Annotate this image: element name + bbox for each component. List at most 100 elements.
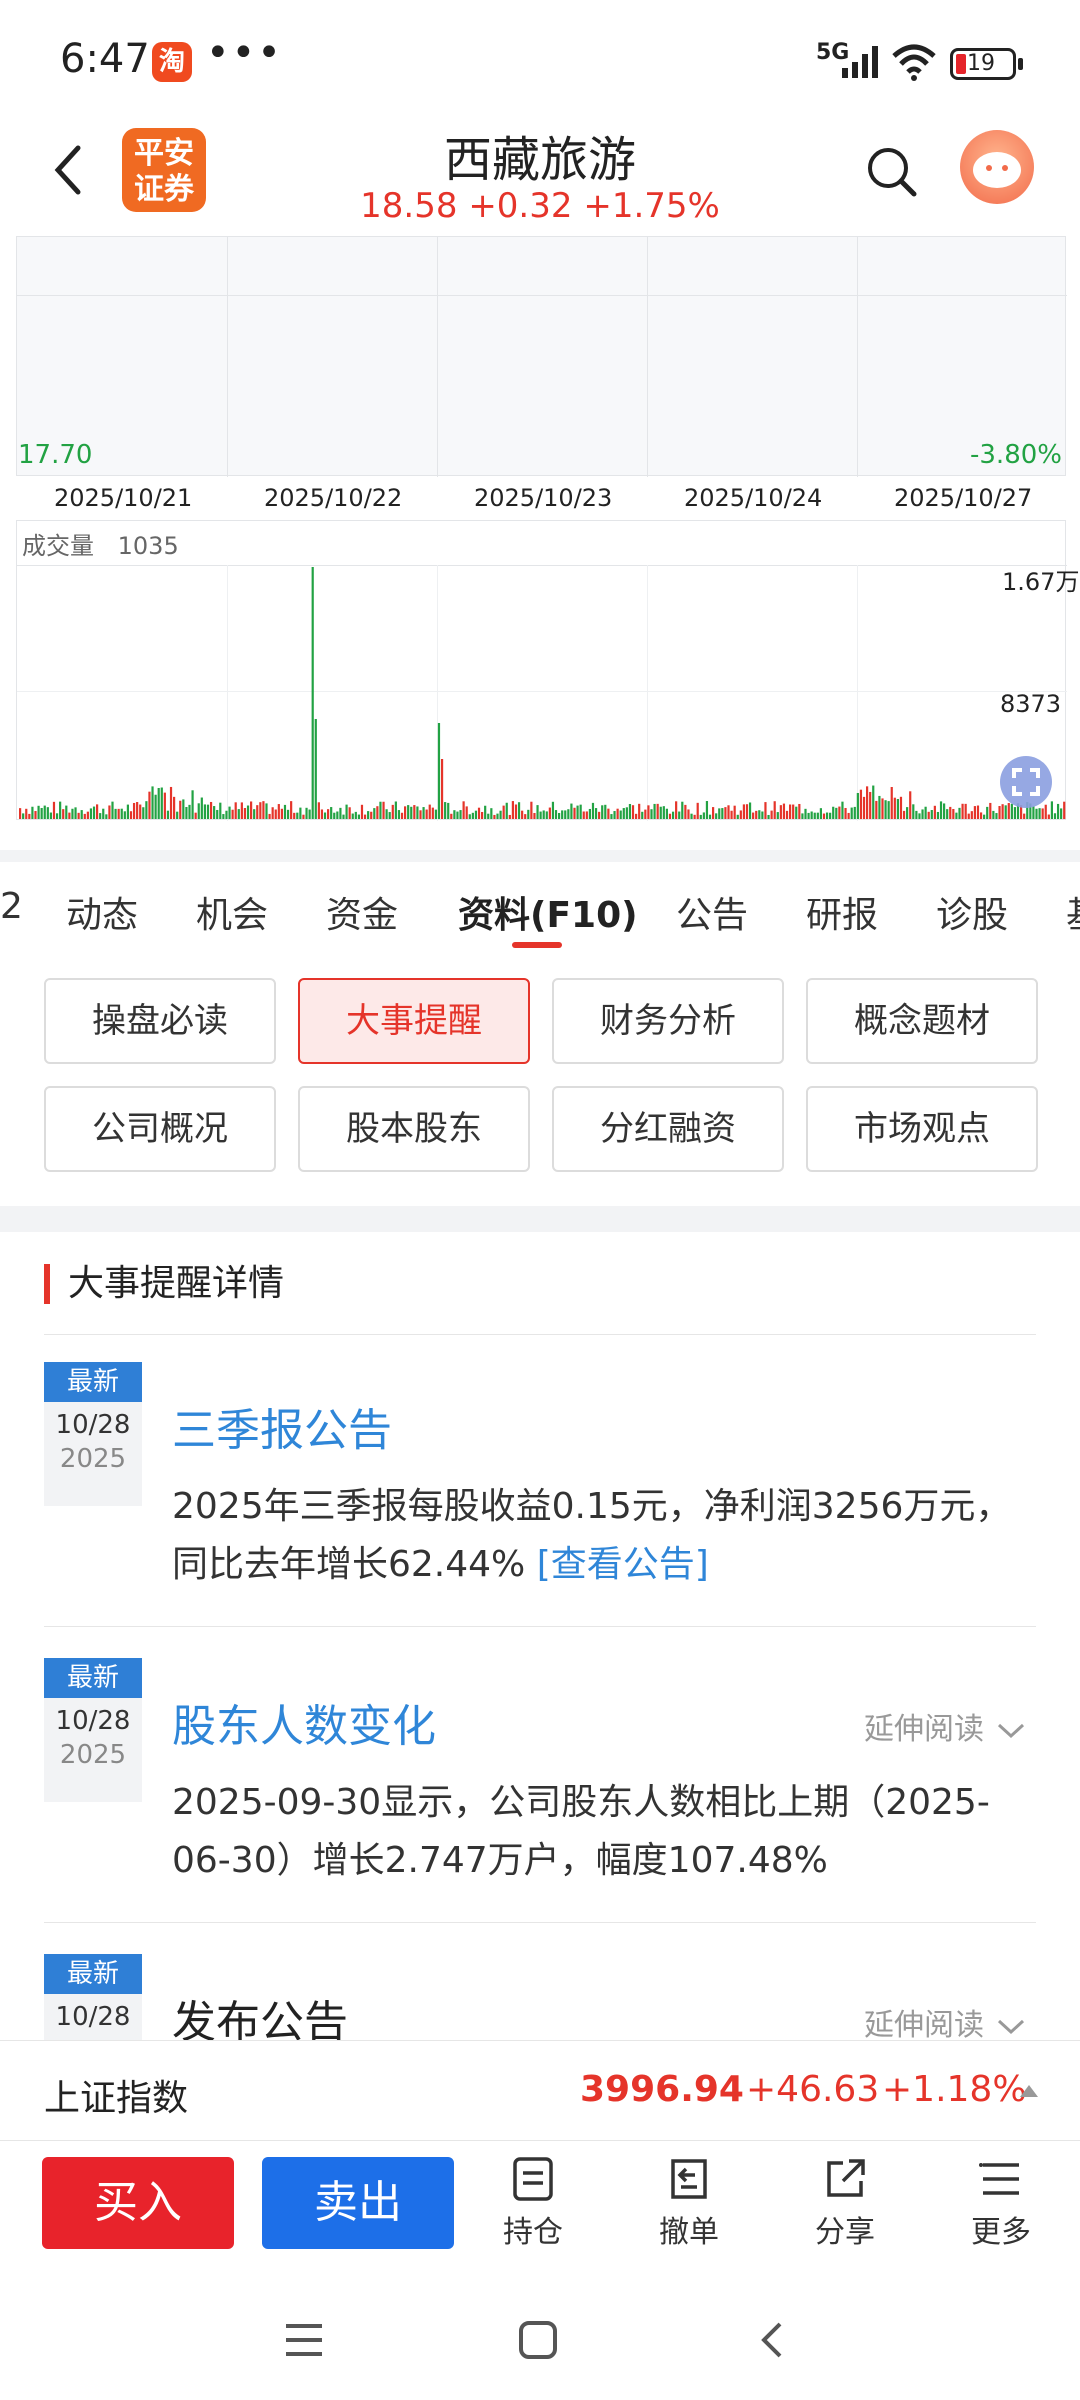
- volume-bar: [505, 802, 508, 819]
- back-arrow-icon[interactable]: [44, 140, 94, 200]
- volume-bar: [351, 813, 354, 819]
- volume-bar: [237, 809, 240, 819]
- tab-prev-partial[interactable]: 2: [0, 886, 23, 927]
- event-title[interactable]: 股东人数变化: [172, 1690, 436, 1754]
- taobao-app-icon: 淘: [152, 42, 192, 82]
- volume-bar: [859, 789, 863, 819]
- section-title: 大事提醒详情: [44, 1264, 284, 1304]
- volume-bar: [736, 814, 739, 819]
- volume-bar: [453, 810, 456, 819]
- volume-bar: [986, 806, 989, 819]
- search-icon[interactable]: [862, 142, 922, 202]
- btn-shareholders[interactable]: 股本股东: [298, 1086, 530, 1172]
- extend-reading[interactable]: 延伸阅读: [864, 2000, 1028, 2044]
- share-button[interactable]: 分享: [790, 2155, 900, 2251]
- volume-bar: [188, 804, 191, 819]
- volume-bar: [437, 723, 441, 819]
- event-date: 10/28: [55, 2002, 131, 2032]
- volume-bar: [139, 804, 142, 819]
- volume-bar: [286, 809, 290, 819]
- volume-bar: [761, 811, 764, 819]
- volume-bar: [893, 797, 896, 819]
- volume-bar: [194, 812, 197, 819]
- volume-bar: [579, 804, 582, 819]
- btn-concepts[interactable]: 概念题材: [806, 978, 1038, 1064]
- extend-reading[interactable]: 延伸阅读: [864, 1704, 1028, 1748]
- volume-bar: [474, 810, 478, 819]
- price-chart[interactable]: 17.70 -3.80% 2025/10/21 2025/10/22 2025/…: [0, 236, 1080, 836]
- volume-bar: [206, 804, 210, 819]
- volume-bar: [992, 810, 995, 819]
- volume-bar: [653, 803, 656, 819]
- btn-dividends[interactable]: 分红融资: [552, 1086, 784, 1172]
- volume-bar: [197, 803, 200, 819]
- tab-research[interactable]: 研报: [806, 886, 878, 938]
- volume-bar: [376, 806, 379, 819]
- tab-f10[interactable]: 资料(F10): [458, 886, 638, 938]
- buy-button[interactable]: 买入: [42, 2157, 234, 2249]
- market-index-bar[interactable]: 上证指数 3996.94 +46.63 +1.18%: [0, 2040, 1080, 2140]
- event-body: 2025年三季报每股收益0.15元，净利润3256万元， 同比去年增长62.44…: [172, 1478, 1042, 1594]
- volume-bar: [163, 792, 166, 819]
- volume-bar: [468, 814, 471, 819]
- volume-bar: [582, 811, 585, 819]
- volume-bar: [77, 812, 80, 819]
- volume-bar: [810, 811, 813, 819]
- expand-up-icon[interactable]: [1020, 2085, 1038, 2097]
- volume-bar: [179, 800, 182, 819]
- volume-bar: [499, 810, 502, 819]
- recent-apps-icon[interactable]: [284, 2322, 324, 2358]
- volume-bar: [902, 810, 906, 819]
- holdings-button[interactable]: 持仓: [478, 2155, 588, 2251]
- tab-news[interactable]: 动态: [66, 886, 138, 938]
- event-title[interactable]: 三季报公告: [172, 1394, 392, 1458]
- volume-bar: [185, 807, 188, 819]
- volume-bar: [511, 801, 514, 819]
- volume-bar: [404, 806, 407, 819]
- volume-bar: [176, 811, 179, 819]
- volume-bar: [872, 785, 875, 819]
- volume-bar: [382, 801, 385, 819]
- sell-button[interactable]: 卖出: [262, 2157, 454, 2249]
- volume-bar: [31, 806, 34, 819]
- btn-company-profile[interactable]: 公司概况: [44, 1086, 276, 1172]
- event-title[interactable]: 发布公告: [172, 1986, 348, 2040]
- volume-bar: [71, 808, 74, 819]
- home-icon[interactable]: [518, 2320, 558, 2360]
- tab-diagnosis[interactable]: 诊股: [936, 886, 1008, 938]
- volume-bar: [330, 807, 333, 819]
- wifi-icon: [892, 44, 936, 81]
- volume-bar: [459, 810, 462, 819]
- volume-bar: [638, 803, 641, 819]
- btn-financial-analysis[interactable]: 财务分析: [552, 978, 784, 1064]
- volume-bar: [909, 791, 912, 819]
- price-plot-area: [16, 236, 1067, 477]
- back-nav-icon[interactable]: [756, 2320, 786, 2360]
- assistant-avatar[interactable]: [960, 130, 1034, 204]
- btn-market-views[interactable]: 市场观点: [806, 1086, 1038, 1172]
- volume-bar: [801, 813, 804, 819]
- battery-icon: 19: [950, 48, 1016, 80]
- more-button[interactable]: 更多: [946, 2155, 1056, 2251]
- volume-bar: [471, 812, 474, 819]
- tab-announcements[interactable]: 公告: [676, 886, 748, 938]
- cancel-order-button[interactable]: 撤单: [634, 2155, 744, 2251]
- volume-bar: [157, 787, 160, 819]
- btn-trading-guide[interactable]: 操盘必读: [44, 978, 276, 1064]
- volume-plot-area: [16, 520, 1067, 821]
- btn-major-events[interactable]: 大事提醒: [298, 978, 530, 1064]
- fullscreen-button[interactable]: [1000, 756, 1052, 808]
- volume-bar: [142, 807, 145, 819]
- volume-bar: [422, 807, 425, 819]
- view-announcement-link[interactable]: [查看公告]: [537, 1544, 709, 1585]
- tab-funds[interactable]: 资金: [326, 886, 398, 938]
- volume-bar: [52, 801, 56, 819]
- volume-bar: [231, 809, 234, 819]
- volume-bar: [268, 813, 271, 819]
- volume-bar: [675, 801, 678, 819]
- volume-bar: [742, 804, 745, 819]
- tab-opportunity[interactable]: 机会: [196, 886, 268, 938]
- tab-next-partial[interactable]: 基: [1066, 886, 1080, 938]
- volume-bar: [219, 802, 222, 819]
- volume-bar: [585, 811, 588, 819]
